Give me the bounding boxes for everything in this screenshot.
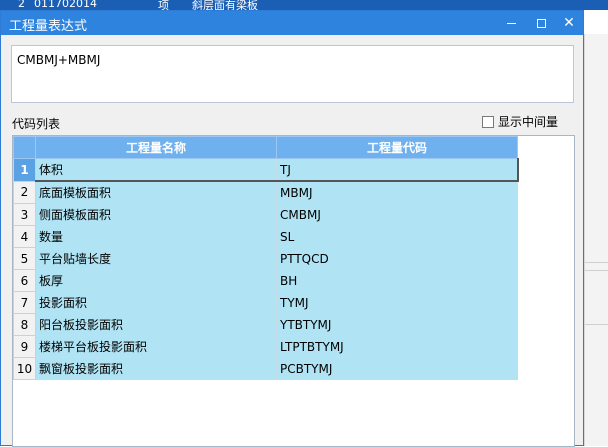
- name-cell[interactable]: 体积: [35, 158, 277, 182]
- table-row[interactable]: 7 投影面积 TYMJ: [13, 291, 518, 314]
- row-number-cell[interactable]: 5: [13, 247, 36, 270]
- background-row-name: 斜层面有梁板: [192, 0, 258, 10]
- row-number-cell[interactable]: 9: [13, 335, 36, 358]
- name-cell[interactable]: 侧面模板面积: [35, 203, 277, 226]
- table-row[interactable]: 1 体积 TJ: [13, 158, 519, 182]
- table-row[interactable]: 10 飘窗板投影面积 PCBTYMJ: [13, 357, 518, 380]
- code-cell[interactable]: BH: [276, 269, 518, 292]
- code-cell[interactable]: MBMJ: [276, 180, 518, 204]
- name-cell[interactable]: 平台贴墙长度: [35, 247, 277, 270]
- background-row-code: 011702014: [34, 0, 97, 10]
- row-number-cell[interactable]: 1: [13, 158, 36, 182]
- show-intermediate-label: 显示中间量: [498, 115, 559, 129]
- code-cell[interactable]: SL: [276, 225, 518, 248]
- table-row[interactable]: 9 楼梯平台板投影面积 LTPTBTYMJ: [13, 335, 518, 358]
- name-cell[interactable]: 投影面积: [35, 291, 277, 314]
- code-cell[interactable]: LTPTBTYMJ: [276, 335, 518, 358]
- grid-header-row: 工程量名称 工程量代码: [13, 136, 518, 159]
- column-header-code[interactable]: 工程量代码: [276, 136, 518, 159]
- dialog-title: 工程量表达式: [9, 19, 88, 34]
- row-number-cell[interactable]: 10: [13, 357, 36, 380]
- code-cell[interactable]: PCBTYMJ: [276, 357, 518, 380]
- table-row[interactable]: 8 阳台板投影面积 YTBTYMJ: [13, 313, 518, 336]
- row-number-cell[interactable]: 6: [13, 269, 36, 292]
- code-cell[interactable]: CMBMJ: [276, 203, 518, 226]
- show-intermediate-checkbox[interactable]: [482, 115, 494, 128]
- code-cell[interactable]: YTBTYMJ: [276, 313, 518, 336]
- name-cell[interactable]: 底面模板面积: [35, 180, 277, 204]
- row-number-cell[interactable]: 7: [13, 291, 36, 314]
- code-cell[interactable]: TJ: [276, 158, 519, 182]
- background-row-number: 2: [18, 0, 25, 10]
- background-table-row: 2 011702014 项 斜层面有梁板: [0, 0, 608, 10]
- dialog-titlebar[interactable]: 工程量表达式 ✕: [1, 11, 583, 35]
- name-cell[interactable]: 板厚: [35, 269, 277, 292]
- maximize-icon[interactable]: [527, 11, 555, 35]
- table-row[interactable]: 2 底面模板面积 MBMJ: [13, 180, 518, 204]
- expression-dialog: 工程量表达式 ✕ 代码列表 显示中间量 工程量名称 工程量代码 1体积TJ2底面…: [0, 10, 584, 447]
- name-cell[interactable]: 楼梯平台板投影面积: [35, 335, 277, 358]
- name-cell[interactable]: 阳台板投影面积: [35, 313, 277, 336]
- minimize-icon[interactable]: [497, 11, 525, 35]
- show-intermediate-toggle[interactable]: 显示中间量: [482, 113, 558, 130]
- code-cell[interactable]: TYMJ: [276, 291, 518, 314]
- row-number-cell[interactable]: 2: [13, 180, 36, 204]
- close-icon[interactable]: ✕: [555, 11, 583, 35]
- code-cell[interactable]: PTTQCD: [276, 247, 518, 270]
- table-row[interactable]: 5 平台贴墙长度 PTTQCD: [13, 247, 518, 270]
- code-list-grid: 工程量名称 工程量代码 1 体积 TJ 2 底面模板面积 MBMJ 3 侧面模板面积 CMBMJ…: [12, 135, 575, 447]
- expression-input[interactable]: [11, 45, 574, 103]
- table-row[interactable]: 4 数量 SL: [13, 225, 518, 248]
- background-panel: [584, 34, 608, 446]
- name-cell[interactable]: 飘窗板投影面积: [35, 357, 277, 380]
- row-number-cell[interactable]: 8: [13, 313, 36, 336]
- name-cell[interactable]: 数量: [35, 225, 277, 248]
- row-number-cell[interactable]: 3: [13, 203, 36, 226]
- code-list-label: 代码列表: [12, 117, 61, 131]
- grid-corner-cell: [13, 136, 36, 159]
- table-row[interactable]: 6 板厚 BH: [13, 269, 518, 292]
- table-row[interactable]: 3 侧面模板面积 CMBMJ: [13, 203, 518, 226]
- column-header-name[interactable]: 工程量名称: [35, 136, 277, 159]
- row-number-cell[interactable]: 4: [13, 225, 36, 248]
- background-row-unit: 项: [158, 0, 169, 10]
